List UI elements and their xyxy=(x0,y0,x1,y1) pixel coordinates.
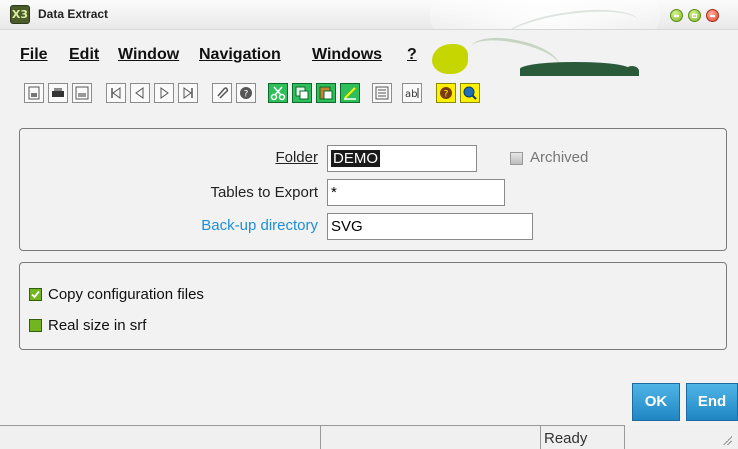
toolbar: ? ab ? xyxy=(0,78,738,112)
folder-label: Folder xyxy=(275,149,318,166)
menu-windows-label: Windows xyxy=(312,46,383,63)
copy-configuration-checkbox[interactable] xyxy=(29,288,42,301)
paste-icon[interactable] xyxy=(316,83,336,103)
menu-edit[interactable]: Edit xyxy=(69,46,99,64)
app-icon: X3 xyxy=(10,5,30,24)
maximize-icon[interactable] xyxy=(688,9,701,22)
search-icon[interactable] xyxy=(460,83,480,103)
help-info-icon[interactable]: ? xyxy=(236,83,256,103)
folder-input[interactable]: DEMO xyxy=(327,145,477,172)
menu-window-label: Window xyxy=(118,46,180,63)
archived-label: Archived xyxy=(530,149,589,166)
menu-help-label: ? xyxy=(407,46,417,63)
menu-file[interactable]: File xyxy=(20,46,48,64)
menu-window[interactable]: Window xyxy=(118,46,179,64)
real-size-checkbox[interactable] xyxy=(29,319,42,332)
menu-navigation-label: Navigation xyxy=(199,46,281,63)
edit-icon[interactable] xyxy=(340,83,360,103)
menu-windows[interactable]: Windows xyxy=(312,46,382,64)
close-icon[interactable] xyxy=(706,9,719,22)
archived-checkbox[interactable] xyxy=(510,152,523,165)
minimize-icon[interactable] xyxy=(670,9,683,22)
tables-to-export-input[interactable]: * xyxy=(327,179,505,206)
real-size-label: Real size in srf xyxy=(48,317,147,334)
first-record-icon[interactable] xyxy=(106,83,126,103)
checkmark-icon xyxy=(31,290,40,299)
question-icon[interactable]: ? xyxy=(436,83,456,103)
svg-text:?: ? xyxy=(444,90,449,100)
status-pane-1 xyxy=(0,425,320,449)
end-button[interactable]: End xyxy=(686,383,738,421)
svg-text:?: ? xyxy=(244,90,249,100)
menu-bar: File Edit Window Navigation Windows ? xyxy=(0,46,738,74)
menu-help[interactable]: ? xyxy=(407,46,417,64)
folder-value: DEMO xyxy=(331,150,380,167)
menu-file-label: File xyxy=(20,46,48,63)
last-record-icon[interactable] xyxy=(178,83,198,103)
status-pane-2 xyxy=(320,425,540,449)
print-icon[interactable] xyxy=(48,83,68,103)
menu-navigation[interactable]: Navigation xyxy=(199,46,281,64)
copy-configuration-label: Copy configuration files xyxy=(48,286,204,303)
status-bar: Ready xyxy=(0,425,738,449)
ok-button[interactable]: OK xyxy=(632,383,680,421)
tables-to-export-label: Tables to Export xyxy=(210,184,318,201)
options-group xyxy=(19,262,727,350)
list-icon[interactable] xyxy=(372,83,392,103)
next-record-icon[interactable] xyxy=(154,83,174,103)
save-icon[interactable] xyxy=(24,83,44,103)
copy-icon[interactable] xyxy=(292,83,312,103)
cut-icon[interactable] xyxy=(268,83,288,103)
text-field-icon[interactable]: ab xyxy=(402,83,422,103)
menu-edit-label: Edit xyxy=(69,46,100,63)
window-title: Data Extract xyxy=(38,7,109,21)
svg-text:ab: ab xyxy=(405,89,417,100)
resize-grip-icon[interactable] xyxy=(722,435,732,445)
attachment-icon[interactable] xyxy=(212,83,232,103)
title-bar: X3 Data Extract xyxy=(0,0,738,30)
print-preview-icon[interactable] xyxy=(72,83,92,103)
backup-directory-input[interactable]: SVG xyxy=(327,213,533,240)
status-pane-ready: Ready xyxy=(540,425,625,449)
backup-directory-label[interactable]: Back-up directory xyxy=(150,217,318,234)
previous-record-icon[interactable] xyxy=(130,83,150,103)
